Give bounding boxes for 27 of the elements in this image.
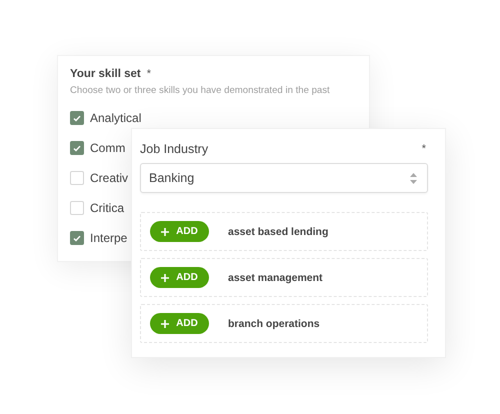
checkbox-label: Comm [90,141,126,155]
checkbox[interactable] [70,111,84,125]
industry-select[interactable]: Banking [140,163,428,193]
plus-icon [161,320,170,328]
add-button[interactable]: ADD [150,267,209,288]
check-icon [73,144,81,152]
check-icon [73,114,81,122]
section-title: Your skill set [70,68,141,80]
checkbox-label: Critica [90,201,124,215]
plus-icon [161,228,170,236]
section-hint: Choose two or three skills you have demonstrated in the past [70,85,331,96]
option-label: branch operations [228,318,320,330]
checkbox[interactable] [70,231,84,245]
checkbox-label: Interpe [90,231,128,245]
option-label: asset based lending [228,226,328,238]
field-label: Job Industry [140,142,208,156]
checkbox-label: Analytical [90,111,142,125]
add-button[interactable]: ADD [150,221,209,242]
plus-icon [161,274,170,282]
checkbox-label: Creativ [90,171,128,185]
checkbox[interactable] [70,141,84,155]
sort-caret-icon [410,172,417,184]
required-mark: * [146,68,152,80]
add-button[interactable]: ADD [150,313,209,334]
check-icon [73,234,81,242]
required-mark: * [422,143,426,155]
option-label: asset management [228,272,323,284]
